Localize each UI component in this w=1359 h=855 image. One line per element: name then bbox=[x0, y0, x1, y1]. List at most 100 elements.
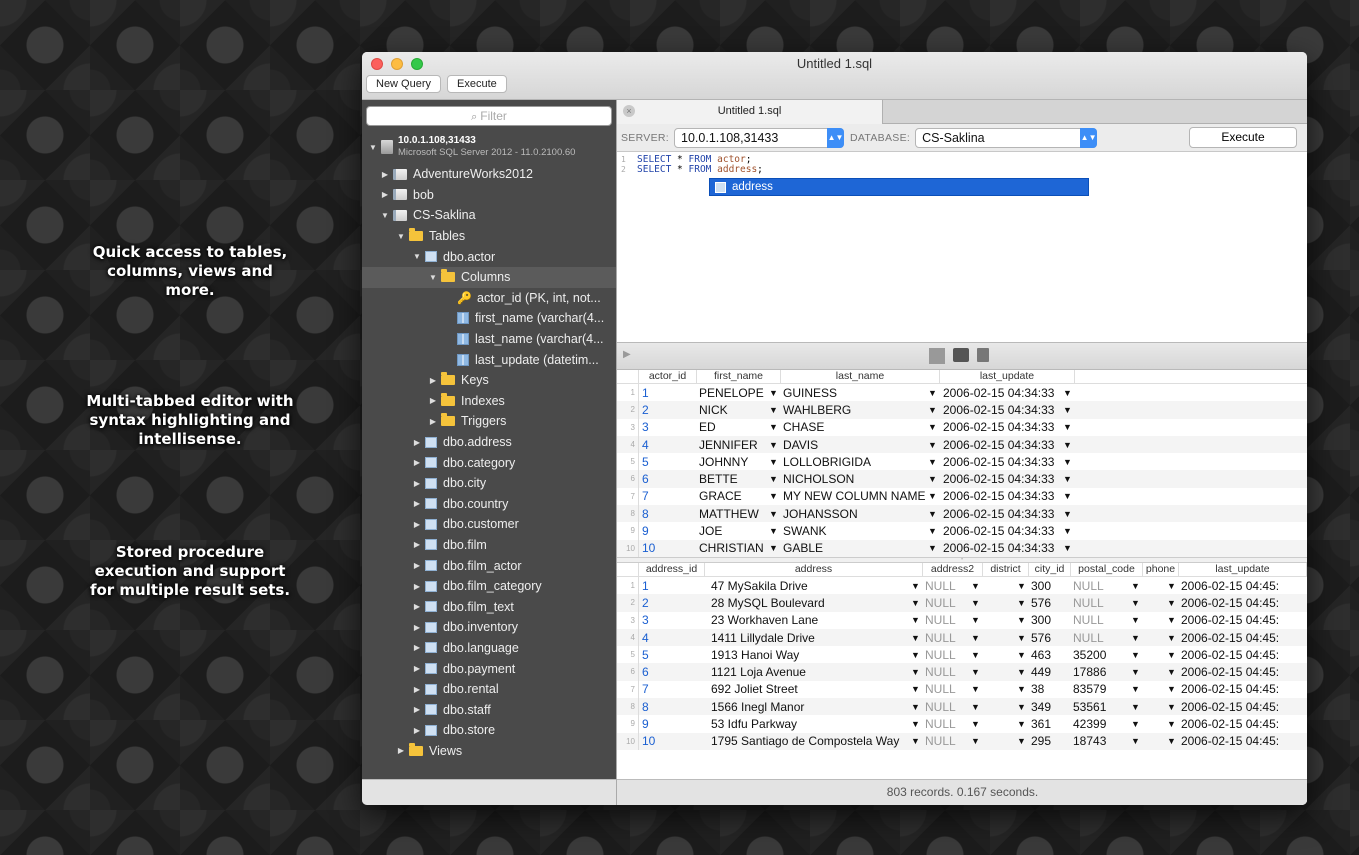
cell-last-name[interactable]: GABLE bbox=[781, 541, 928, 555]
tree-item-folder[interactable]: ▶ Indexes bbox=[362, 391, 616, 412]
cell-address[interactable]: 23 Workhaven Lane bbox=[705, 613, 911, 627]
cell-last-update[interactable]: 2006-02-15 04:45: bbox=[1179, 682, 1295, 696]
dropdown-arrow-icon[interactable]: ▼ bbox=[1167, 633, 1179, 643]
dropdown-arrow-icon[interactable]: ▼ bbox=[1063, 526, 1075, 536]
dropdown-arrow-icon[interactable]: ▼ bbox=[769, 440, 781, 450]
dropdown-arrow-icon[interactable]: ▼ bbox=[1017, 581, 1029, 591]
cell-address[interactable]: 28 MySQL Boulevard bbox=[705, 596, 911, 610]
dropdown-arrow-icon[interactable]: ▼ bbox=[1063, 457, 1075, 467]
cell-address2[interactable]: NULL bbox=[923, 613, 971, 627]
row-number[interactable]: 4 bbox=[617, 628, 639, 647]
dropdown-arrow-icon[interactable]: ▼ bbox=[1017, 702, 1029, 712]
disclosure-collapsed-icon[interactable]: ▶ bbox=[412, 685, 422, 694]
cell-address-id[interactable]: 8 bbox=[639, 700, 705, 714]
chevron-updown-icon[interactable]: ▲▼ bbox=[827, 127, 845, 148]
cell-postal-code[interactable]: 42399 bbox=[1071, 717, 1131, 731]
row-number[interactable]: 6 bbox=[617, 470, 639, 488]
tree-item-folder[interactable]: ▶ Keys bbox=[362, 370, 616, 391]
tree-item-column[interactable]: 🔑 actor_id (PK, int, not... bbox=[362, 288, 616, 309]
dropdown-arrow-icon[interactable]: ▼ bbox=[1017, 667, 1029, 677]
play-icon[interactable]: ▶ bbox=[623, 349, 631, 360]
cell-postal-code[interactable]: 17886 bbox=[1071, 665, 1131, 679]
disclosure-collapsed-icon[interactable]: ▶ bbox=[412, 458, 422, 467]
dropdown-arrow-icon[interactable]: ▼ bbox=[928, 457, 940, 467]
cell-address-id[interactable]: 1 bbox=[639, 579, 705, 593]
cell-last-update[interactable]: 2006-02-15 04:34:33 bbox=[940, 386, 1063, 400]
row-number[interactable]: 7 bbox=[617, 487, 639, 506]
disclosure-collapsed-icon[interactable]: ▶ bbox=[412, 623, 422, 632]
cell-last-update[interactable]: 2006-02-15 04:45: bbox=[1179, 631, 1295, 645]
cell-address[interactable]: 1566 Inegl Manor bbox=[705, 700, 911, 714]
dropdown-arrow-icon[interactable]: ▼ bbox=[971, 736, 983, 746]
disclosure-expanded-icon[interactable]: ▼ bbox=[428, 273, 438, 282]
dropdown-arrow-icon[interactable]: ▼ bbox=[928, 474, 940, 484]
cell-first-name[interactable]: CHRISTIAN bbox=[697, 541, 769, 555]
cell-address2[interactable]: NULL bbox=[923, 682, 971, 696]
table-row[interactable]: 3 3 23 Workhaven Lane ▼ NULL ▼ ▼ 300 NULL ▼ ▼ 2006-… bbox=[617, 611, 1307, 629]
dropdown-arrow-icon[interactable]: ▼ bbox=[1131, 684, 1143, 694]
cell-city-id[interactable]: 295 bbox=[1029, 734, 1071, 748]
cell-address2[interactable]: NULL bbox=[923, 631, 971, 645]
dropdown-arrow-icon[interactable]: ▼ bbox=[971, 667, 983, 677]
cell-address[interactable]: 47 MySakila Drive bbox=[705, 579, 911, 593]
table-row[interactable]: 8 8 1566 Inegl Manor ▼ NULL ▼ ▼ 349 53561 ▼ ▼ 2006-… bbox=[617, 698, 1307, 716]
cell-last-update[interactable]: 2006-02-15 04:34:33 bbox=[940, 507, 1063, 521]
tree-item-table[interactable]: ▶ dbo.category bbox=[362, 452, 616, 473]
cell-address[interactable]: 1795 Santiago de Compostela Way bbox=[705, 734, 911, 748]
cell-last-update[interactable]: 2006-02-15 04:45: bbox=[1179, 734, 1295, 748]
tree-item-table[interactable]: ▶ dbo.language bbox=[362, 638, 616, 659]
disclosure-collapsed-icon[interactable]: ▶ bbox=[412, 705, 422, 714]
cell-city-id[interactable]: 576 bbox=[1029, 631, 1071, 645]
dropdown-arrow-icon[interactable]: ▼ bbox=[971, 581, 983, 591]
dropdown-arrow-icon[interactable]: ▼ bbox=[971, 719, 983, 729]
filter-input[interactable]: ⌕ Filter bbox=[366, 106, 612, 126]
cell-actor-id[interactable]: 7 bbox=[639, 489, 697, 503]
cell-postal-code[interactable]: NULL bbox=[1071, 579, 1131, 593]
dropdown-arrow-icon[interactable]: ▼ bbox=[911, 702, 923, 712]
dropdown-arrow-icon[interactable]: ▼ bbox=[1017, 684, 1029, 694]
dropdown-arrow-icon[interactable]: ▼ bbox=[769, 509, 781, 519]
dropdown-arrow-icon[interactable]: ▼ bbox=[1167, 684, 1179, 694]
dropdown-arrow-icon[interactable]: ▼ bbox=[1131, 615, 1143, 625]
tree-item-table[interactable]: ▶ dbo.film_actor bbox=[362, 555, 616, 576]
tree-item-table[interactable]: ▶ dbo.customer bbox=[362, 514, 616, 535]
cell-address2[interactable]: NULL bbox=[923, 734, 971, 748]
disclosure-collapsed-icon[interactable]: ▶ bbox=[412, 582, 422, 591]
dropdown-arrow-icon[interactable]: ▼ bbox=[1017, 736, 1029, 746]
dropdown-arrow-icon[interactable]: ▼ bbox=[769, 543, 781, 553]
dropdown-arrow-icon[interactable]: ▼ bbox=[1131, 598, 1143, 608]
server-node[interactable]: ▼ 10.0.1.108,31433 Microsoft SQL Server … bbox=[362, 130, 616, 164]
cell-address[interactable]: 1121 Loja Avenue bbox=[705, 665, 911, 679]
dropdown-arrow-icon[interactable]: ▼ bbox=[1131, 581, 1143, 591]
tree-item-column[interactable]: first_name (varchar(4... bbox=[362, 308, 616, 329]
disclosure-expanded-icon[interactable]: ▼ bbox=[412, 252, 422, 261]
cell-actor-id[interactable]: 3 bbox=[639, 420, 697, 434]
tree-item-table[interactable]: ▶ dbo.payment bbox=[362, 658, 616, 679]
dropdown-arrow-icon[interactable]: ▼ bbox=[1063, 543, 1075, 553]
dropdown-arrow-icon[interactable]: ▼ bbox=[911, 736, 923, 746]
tree-item-folder[interactable]: ▶ Triggers bbox=[362, 411, 616, 432]
dropdown-arrow-icon[interactable]: ▼ bbox=[928, 422, 940, 432]
disclosure-collapsed-icon[interactable]: ▶ bbox=[380, 170, 390, 179]
table-row[interactable]: 7 7 692 Joliet Street ▼ NULL ▼ ▼ 38 83579 ▼ ▼ 2006-… bbox=[617, 680, 1307, 699]
tree-item-table[interactable]: ▶ dbo.address bbox=[362, 432, 616, 453]
disclosure-collapsed-icon[interactable]: ▶ bbox=[412, 726, 422, 735]
cell-last-update[interactable]: 2006-02-15 04:45: bbox=[1179, 700, 1295, 714]
cell-city-id[interactable]: 300 bbox=[1029, 579, 1071, 593]
dropdown-arrow-icon[interactable]: ▼ bbox=[1131, 650, 1143, 660]
cell-actor-id[interactable]: 1 bbox=[639, 386, 697, 400]
row-number[interactable]: 5 bbox=[617, 453, 639, 471]
table-row[interactable]: 9 9 53 Idfu Parkway ▼ NULL ▼ ▼ 361 42399 ▼ ▼ 2006-0… bbox=[617, 715, 1307, 733]
table-row[interactable]: 2 2 NICK ▼ WAHLBERG ▼ 2006-02-15 04:34:33 ▼ bbox=[617, 401, 1307, 419]
cell-actor-id[interactable]: 8 bbox=[639, 507, 697, 521]
dropdown-arrow-icon[interactable]: ▼ bbox=[1017, 633, 1029, 643]
dropdown-arrow-icon[interactable]: ▼ bbox=[769, 457, 781, 467]
cell-last-name[interactable]: WAHLBERG bbox=[781, 403, 928, 417]
cell-city-id[interactable]: 576 bbox=[1029, 596, 1071, 610]
tree-item-table[interactable]: ▶ dbo.film_category bbox=[362, 576, 616, 597]
column-header[interactable]: last_update bbox=[1179, 562, 1307, 576]
tree-item-table[interactable]: ▶ dbo.city bbox=[362, 473, 616, 494]
dropdown-arrow-icon[interactable]: ▼ bbox=[911, 667, 923, 677]
cell-last-update[interactable]: 2006-02-15 04:45: bbox=[1179, 596, 1295, 610]
column-header[interactable]: postal_code bbox=[1071, 562, 1143, 576]
